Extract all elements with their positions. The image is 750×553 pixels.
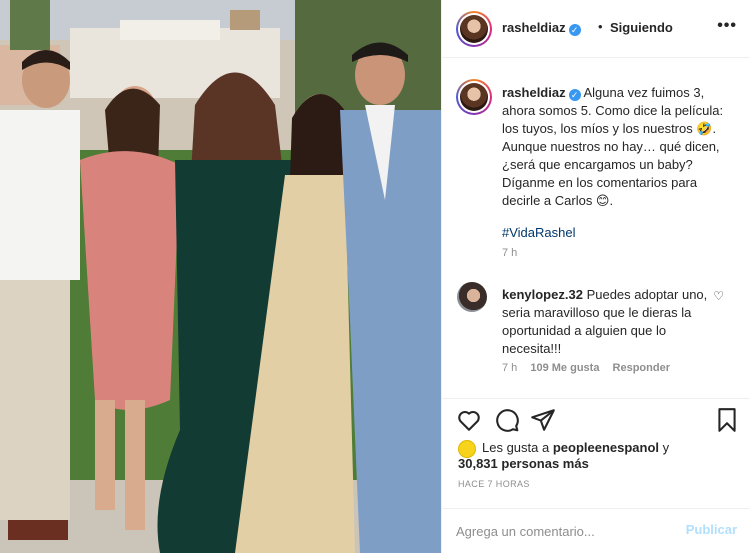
comment-like-heart-icon[interactable]: ♡ — [713, 289, 724, 303]
post-comment-button[interactable]: Publicar — [686, 522, 737, 537]
caption-time[interactable]: 7 h — [502, 247, 517, 259]
header-separator: • — [598, 19, 603, 34]
photo-illustration — [0, 0, 441, 553]
post-actions: Les gusta a peopleenespanol y 30,831 per… — [442, 398, 750, 508]
caption-author-avatar[interactable] — [456, 79, 492, 115]
comment-likes-count[interactable]: 109 Me gusta — [530, 362, 599, 374]
post-photo[interactable] — [0, 0, 441, 553]
bookmark-icon[interactable] — [714, 407, 740, 433]
comment-meta: 7 h 109 Me gusta Responder — [502, 362, 680, 374]
comment-reply-button[interactable]: Responder — [613, 362, 670, 374]
commenter-avatar[interactable] — [457, 282, 487, 312]
post-details-panel: rasheldiaz ✓ • Siguiendo ••• rasheldiaz ✓ … — [441, 0, 750, 553]
comments-section[interactable]: rasheldiaz ✓ Alguna vez fuimos 3, ahora s… — [442, 59, 750, 397]
comment-body: kenylopez.32 Puedes adoptar uno, seria m… — [502, 286, 712, 358]
verified-icon: ✓ — [568, 24, 581, 36]
caption-username[interactable]: rasheldiaz — [502, 85, 566, 100]
likes-suffix: y — [662, 440, 670, 455]
follow-status-button[interactable]: Siguiendo — [610, 20, 673, 35]
liker-username[interactable]: peopleenespanol — [553, 440, 659, 455]
share-icon[interactable] — [530, 407, 556, 433]
comment-time[interactable]: 7 h — [502, 362, 517, 374]
more-options-icon[interactable]: ••• — [717, 17, 737, 35]
commenter-username[interactable]: kenylopez.32 — [502, 287, 583, 302]
author-avatar[interactable] — [456, 11, 492, 47]
post-header: rasheldiaz ✓ • Siguiendo ••• — [442, 0, 750, 58]
comment-icon[interactable] — [494, 407, 520, 433]
likes-count[interactable]: 30,831 personas más — [458, 456, 589, 471]
add-comment-bar: Publicar — [442, 508, 750, 553]
caption-hashtag[interactable]: #VidaRashel — [502, 224, 738, 242]
author-username[interactable]: rasheldiaz ✓ — [502, 20, 581, 36]
comment-input[interactable] — [456, 521, 671, 541]
likes-prefix: Les gusta a — [482, 440, 550, 455]
likes-count-line: 30,831 personas más — [458, 455, 589, 473]
post-caption: rasheldiaz ✓ Alguna vez fuimos 3, ahora s… — [502, 84, 738, 242]
heart-icon[interactable] — [456, 407, 482, 433]
post-time-ago[interactable]: HACE 7 HORAS — [458, 479, 530, 489]
caption-verified-icon: ✓ — [568, 89, 581, 101]
caption-text: Alguna vez fuimos 3, ahora somos 5. Como… — [502, 85, 724, 208]
